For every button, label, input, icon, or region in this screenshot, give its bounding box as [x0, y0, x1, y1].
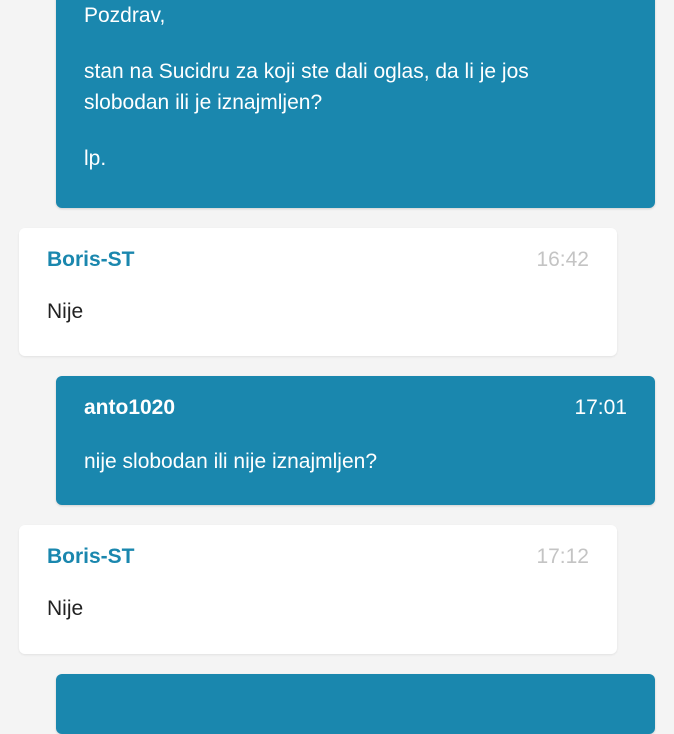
message-paragraph: Pozdrav,: [84, 4, 166, 27]
message-time: 17:12: [536, 545, 589, 568]
message-text: nije slobodan ili nije iznajmljen?: [84, 450, 378, 473]
message-author[interactable]: Boris-ST: [47, 248, 135, 272]
message-sent-3: [56, 674, 655, 734]
message-received-1: Boris-ST 16:42 Nije: [19, 228, 617, 356]
message-author[interactable]: anto1020: [84, 396, 175, 420]
message-paragraph: lp.: [84, 147, 107, 170]
message-author[interactable]: Boris-ST: [47, 545, 135, 569]
message-time: 16:42: [536, 248, 589, 271]
message-sent-2: anto1020 17:01 nije slobodan ili nije iz…: [56, 376, 655, 505]
message-text: Nije: [47, 597, 84, 620]
message-time: 17:01: [574, 396, 627, 419]
message-received-2: Boris-ST 17:12 Nije: [19, 525, 617, 654]
message-sent-1: Pozdrav, stan na Sucidru za koji ste dal…: [56, 0, 655, 208]
message-paragraph: stan na Sucidru za koji ste dali oglas, …: [84, 60, 529, 114]
message-text: Nije: [47, 300, 84, 323]
message-body: Pozdrav, stan na Sucidru za koji ste dal…: [84, 0, 627, 199]
